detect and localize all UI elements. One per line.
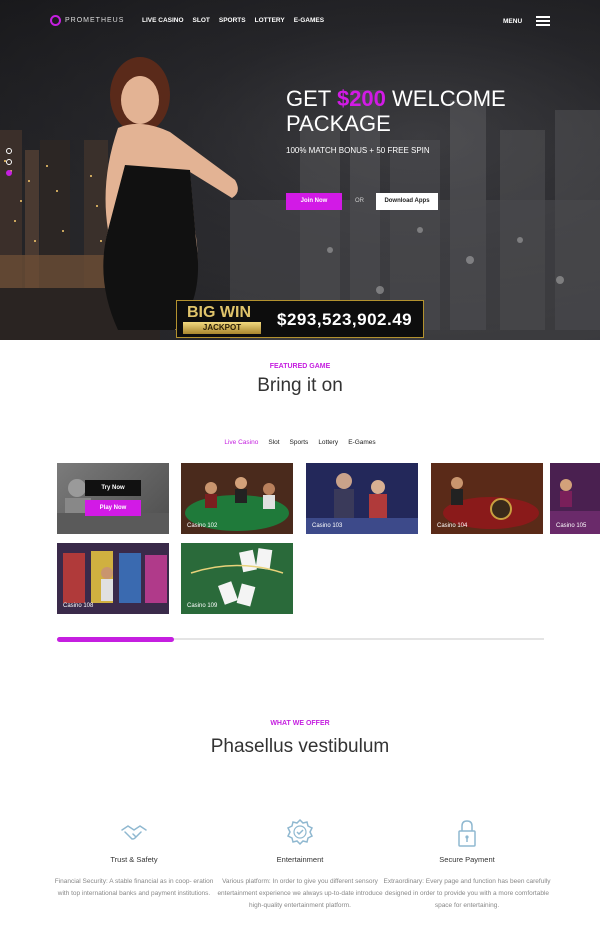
game-tile[interactable]: Casino 103 — [306, 463, 418, 534]
game-tile[interactable]: Casino 109 — [181, 543, 293, 614]
game-tabs: Live Casino Slot Sports Lottery E-Games — [0, 439, 600, 446]
nav-lottery[interactable]: LOTTERY — [255, 17, 285, 24]
handshake-icon — [121, 825, 147, 840]
main-nav: LIVE CASINO SLOT SPORTS LOTTERY E-GAMES — [142, 17, 324, 24]
game-name: Casino 108 — [63, 603, 94, 609]
featured-kicker: FEATURED GAME — [269, 363, 331, 370]
slide-dot-3[interactable] — [6, 170, 12, 176]
feature-entertainment: Entertainment Various platform: In order… — [216, 818, 384, 912]
game-name: Casino 109 — [187, 603, 218, 609]
menu-label[interactable]: MENU — [503, 18, 522, 25]
game-name: Casino 104 — [437, 523, 468, 529]
feature-title: Secure Payment — [439, 855, 495, 864]
brand-logo[interactable]: PROMETHEUS — [50, 15, 124, 26]
game-name: Casino 103 — [312, 523, 343, 529]
lock-icon — [458, 820, 476, 847]
download-apps-button[interactable]: Download Apps — [376, 193, 438, 210]
tab-slot[interactable]: Slot — [268, 439, 279, 446]
flame-logo-icon — [50, 15, 61, 26]
tab-lottery[interactable]: Lottery — [318, 439, 338, 446]
tab-live-casino[interactable]: Live Casino — [224, 439, 258, 446]
nav-live-casino[interactable]: LIVE CASINO — [142, 17, 184, 24]
feature-text: Various platform: In order to give you d… — [217, 878, 383, 909]
jackpot-amount: $293,523,902.49 — [277, 310, 413, 329]
carousel-scroll-thumb[interactable] — [57, 637, 174, 642]
jackpot-label: JACKPOT — [183, 322, 261, 334]
feature-title: Entertainment — [276, 855, 324, 864]
tab-sports[interactable]: Sports — [290, 439, 309, 446]
city-skyline-background — [0, 0, 600, 340]
feature-trust-safety: Trust & Safety Financial Security: A sta… — [50, 818, 218, 900]
game-tile[interactable]: Casino 104 — [431, 463, 543, 534]
game-tile[interactable]: Casino 105 — [550, 463, 600, 534]
slide-dot-2[interactable] — [6, 159, 12, 165]
tab-e-games[interactable]: E-Games — [348, 439, 375, 446]
headline-prefix: GET — [286, 86, 331, 111]
feature-text: Extraordinary: Every page and function h… — [383, 878, 551, 909]
or-separator: OR — [355, 198, 364, 204]
game-tile-hover[interactable]: Try Now Play Now — [57, 463, 169, 534]
game-name: Casino 105 — [556, 523, 587, 529]
game-tile[interactable]: Casino 102 — [181, 463, 293, 534]
game-name: Casino 102 — [187, 523, 218, 529]
hero-banner: PROMETHEUS LIVE CASINO SLOT SPORTS LOTTE… — [0, 0, 600, 340]
try-now-button[interactable]: Try Now — [85, 480, 141, 496]
slider-dots — [6, 148, 12, 181]
brand-name: PROMETHEUS — [65, 17, 125, 24]
hero-subline: 100% MATCH BONUS + 50 FREE SPIN — [286, 146, 430, 155]
feature-secure-payment: Secure Payment Extraordinary: Every page… — [383, 818, 551, 912]
headline-amount: $200 — [336, 86, 386, 111]
game-tile[interactable]: Casino 108 — [57, 543, 169, 614]
offer-kicker: WHAT WE OFFER — [270, 720, 330, 727]
nav-sports[interactable]: SPORTS — [219, 17, 246, 24]
top-navigation: PROMETHEUS LIVE CASINO SLOT SPORTS LOTTE… — [0, 14, 600, 30]
badge-check-icon — [286, 818, 314, 846]
hero-headline: GET $200 WELCOME PACKAGE — [286, 86, 506, 136]
nav-slot[interactable]: SLOT — [193, 17, 210, 24]
featured-title: Bring it on — [257, 375, 343, 396]
hamburger-icon[interactable] — [536, 16, 550, 26]
game-thumbnail — [57, 479, 169, 534]
headline-line2: PACKAGE — [286, 111, 391, 136]
offer-title: Phasellus vestibulum — [210, 736, 390, 757]
jackpot-big-win: BIG WIN — [187, 304, 251, 321]
play-now-button[interactable]: Play Now — [85, 500, 141, 516]
feature-title: Trust & Safety — [110, 855, 158, 864]
headline-suffix: WELCOME — [392, 86, 506, 111]
jackpot-banner: BIG WIN JACKPOT $293,523,902.49 — [176, 300, 424, 338]
slide-dot-1[interactable] — [6, 148, 12, 154]
join-now-button[interactable]: Join Now — [286, 193, 342, 210]
feature-text: Financial Security: A stable financial a… — [54, 878, 214, 897]
nav-e-games[interactable]: E-GAMES — [294, 17, 324, 24]
